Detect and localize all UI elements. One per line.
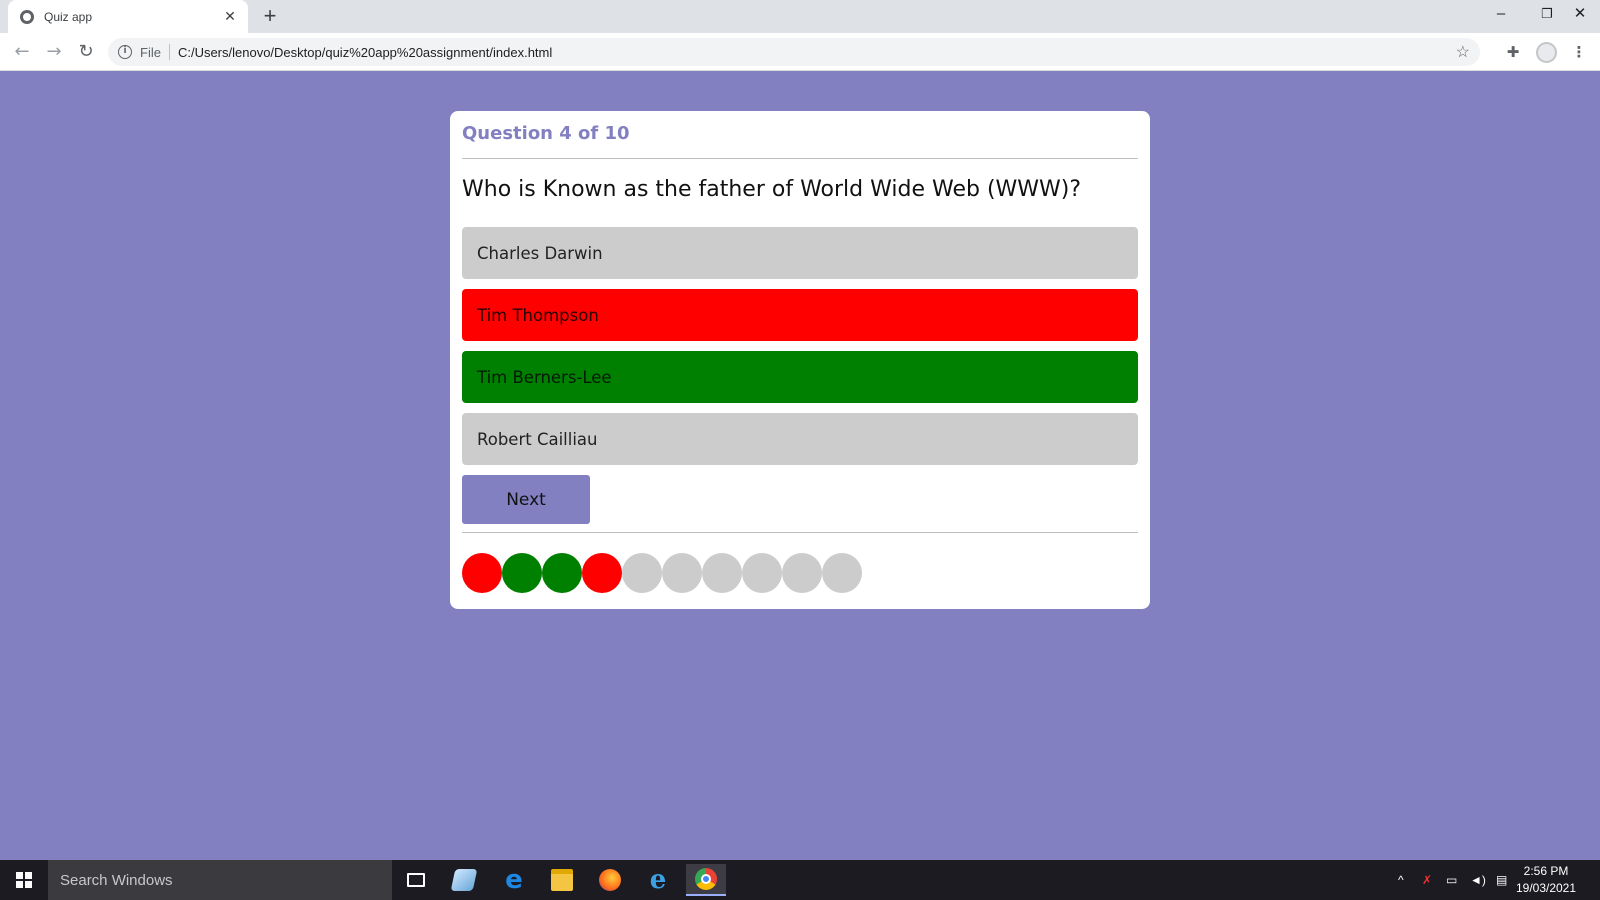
back-icon[interactable]: ← bbox=[10, 40, 34, 64]
extensions-icon[interactable]: ✚ bbox=[1502, 41, 1524, 63]
progress-dot bbox=[662, 553, 702, 593]
firefox-icon[interactable] bbox=[590, 864, 630, 896]
tab-title: Quiz app bbox=[44, 9, 93, 24]
address-separator bbox=[168, 44, 170, 60]
address-bar[interactable]: i File C:/Users/lenovo/Desktop/quiz%20ap… bbox=[108, 38, 1480, 66]
globe-icon bbox=[20, 9, 34, 24]
progress-dot bbox=[622, 553, 662, 593]
notification-icon[interactable]: ▤ bbox=[1496, 860, 1507, 900]
minimize-button[interactable]: – bbox=[1478, 0, 1524, 30]
edge-icon[interactable]: e bbox=[494, 864, 534, 896]
windows-logo-icon bbox=[16, 872, 32, 888]
new-tab-button[interactable]: + bbox=[258, 4, 282, 28]
windows-taskbar: Search Windows e e ^ ✗ ▭ ◄) ▤ 2:56 PM 19… bbox=[0, 860, 1600, 900]
progress-dot bbox=[542, 553, 582, 593]
progress-dot bbox=[462, 553, 502, 593]
question-counter: Question 4 of 10 bbox=[462, 123, 630, 144]
bookmark-star-icon[interactable]: ☆ bbox=[1456, 42, 1470, 62]
progress-dot bbox=[702, 553, 742, 593]
clock-time: 2:56 PM bbox=[1523, 864, 1569, 878]
reload-icon[interactable]: ↻ bbox=[74, 40, 98, 64]
progress-dot bbox=[582, 553, 622, 593]
progress-dot bbox=[822, 553, 862, 593]
battery-icon[interactable]: ▭ bbox=[1446, 860, 1457, 900]
progress-dot bbox=[502, 553, 542, 593]
progress-dot bbox=[742, 553, 782, 593]
question-text: Who is Known as the father of World Wide… bbox=[462, 177, 1082, 202]
tab-close-icon[interactable]: ✕ bbox=[222, 9, 238, 25]
answer-option[interactable]: Charles Darwin bbox=[462, 227, 1138, 279]
quiz-card: Question 4 of 10 Who is Known as the fat… bbox=[450, 111, 1150, 609]
task-view-icon[interactable] bbox=[396, 864, 436, 896]
answer-option[interactable]: Tim Berners-Lee bbox=[462, 351, 1138, 403]
header-divider bbox=[462, 158, 1138, 159]
show-hidden-icons-icon[interactable]: ^ bbox=[1398, 860, 1404, 900]
chrome-icon[interactable] bbox=[686, 864, 726, 896]
clock-date: 19/03/2021 bbox=[1515, 881, 1577, 895]
scheme-label: File bbox=[140, 44, 161, 60]
internet-explorer-icon[interactable]: e bbox=[638, 864, 678, 896]
progress-dot bbox=[782, 553, 822, 593]
close-window-button[interactable]: ✕ bbox=[1560, 0, 1600, 30]
forward-icon[interactable]: → bbox=[42, 40, 66, 64]
answer-progress-dots bbox=[462, 553, 862, 593]
menu-kebab-icon[interactable]: ⋮ bbox=[1568, 41, 1590, 63]
browser-tab[interactable]: Quiz app ✕ bbox=[8, 0, 248, 33]
file-explorer-icon[interactable] bbox=[542, 864, 582, 896]
notepad-icon[interactable] bbox=[444, 864, 484, 896]
taskbar-search-input[interactable]: Search Windows bbox=[48, 860, 392, 900]
footer-divider bbox=[462, 532, 1138, 533]
answer-option[interactable]: Tim Thompson bbox=[462, 289, 1138, 341]
browser-tab-bar: Quiz app ✕ + – ❐ ✕ bbox=[0, 0, 1600, 33]
answer-option[interactable]: Robert Cailliau bbox=[462, 413, 1138, 465]
browser-toolbar: ← → ↻ i File C:/Users/lenovo/Desktop/qui… bbox=[0, 33, 1600, 71]
profile-avatar[interactable] bbox=[1536, 42, 1557, 63]
network-disconnected-icon[interactable]: ✗ bbox=[1422, 860, 1432, 900]
info-icon[interactable]: i bbox=[118, 45, 132, 59]
next-button[interactable]: Next bbox=[462, 475, 590, 524]
start-button[interactable] bbox=[0, 860, 48, 900]
volume-icon[interactable]: ◄) bbox=[1470, 860, 1486, 900]
url-text[interactable]: C:/Users/lenovo/Desktop/quiz%20app%20ass… bbox=[178, 45, 552, 60]
answer-options: Charles Darwin Tim Thompson Tim Berners-… bbox=[462, 227, 1138, 475]
taskbar-clock[interactable]: 2:56 PM 19/03/2021 bbox=[1508, 863, 1584, 897]
